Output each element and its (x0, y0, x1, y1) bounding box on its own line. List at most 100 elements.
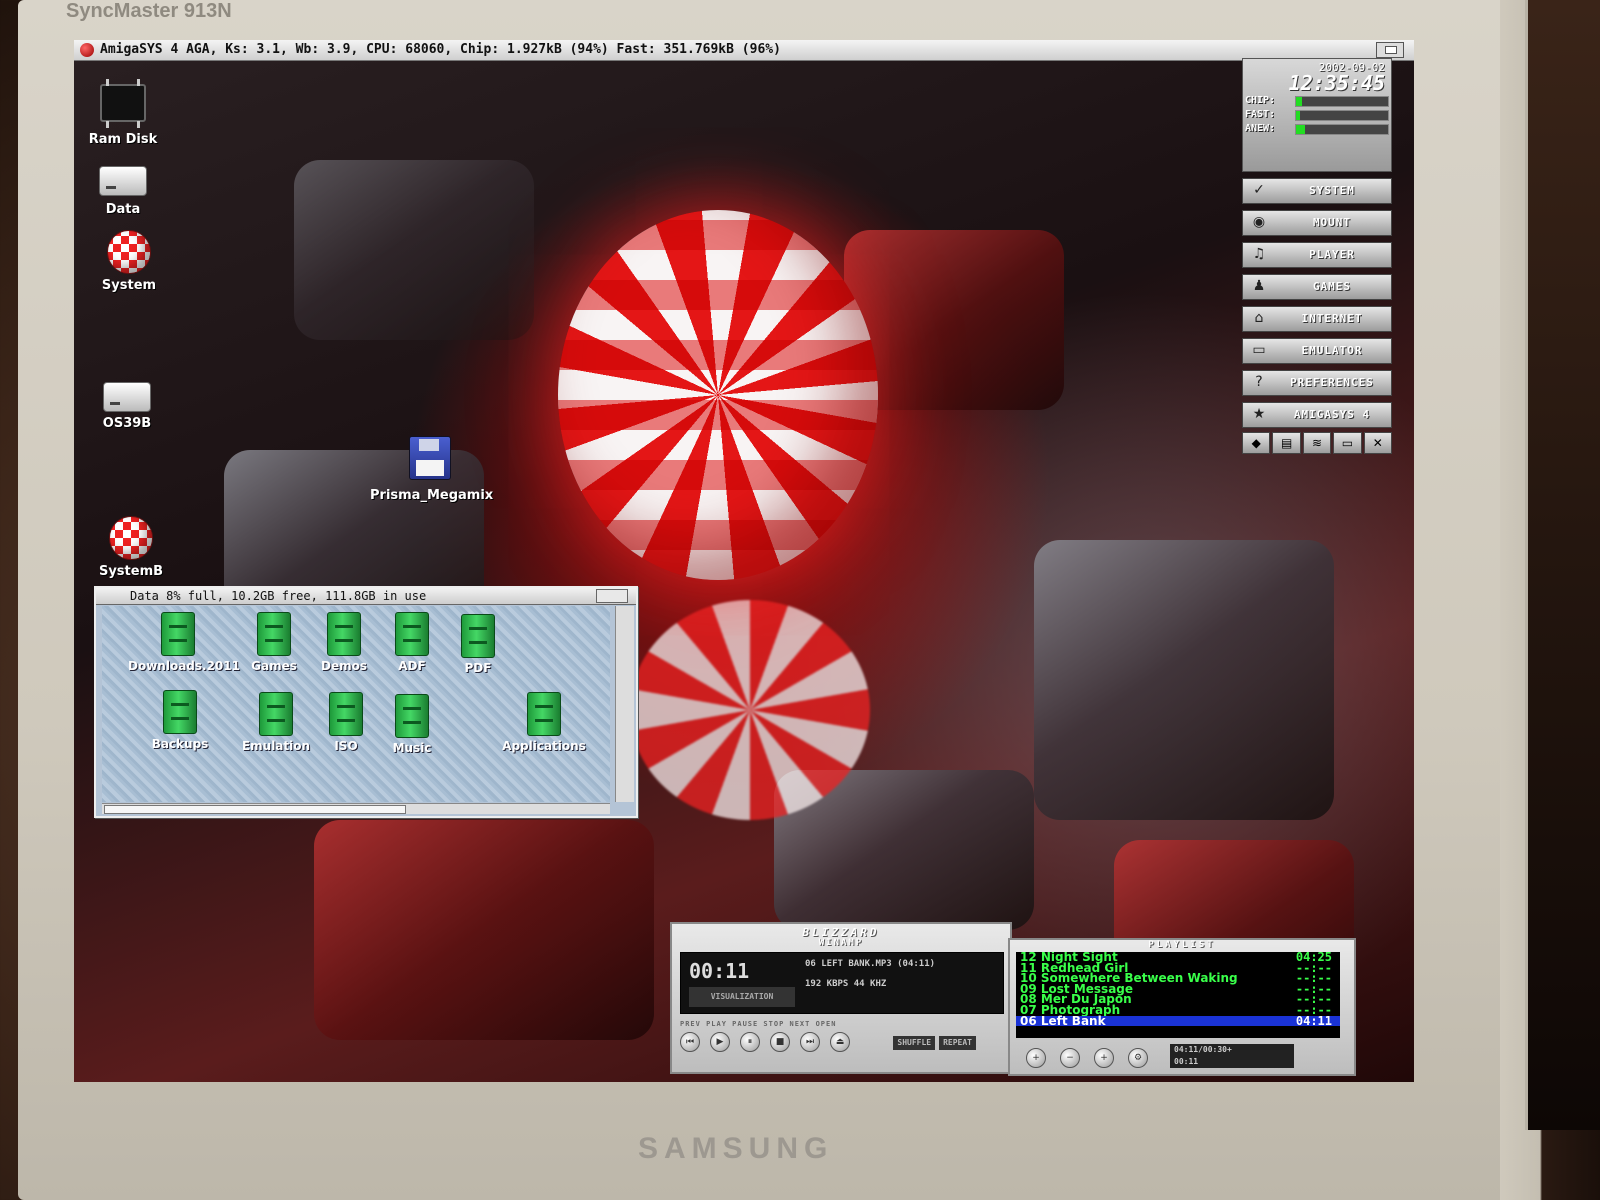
boing-ball-icon (109, 516, 153, 560)
workbench-screen: AmigaSYS 4 AGA, Ks: 3.1, Wb: 3.9, CPU: 6… (74, 40, 1414, 1082)
shuffle-toggle[interactable]: SHUFFLE (893, 1036, 936, 1050)
winamp-player-window[interactable]: BLIZZARD WINAMP 00:11 06 LEFT BANK.MP3 (… (670, 922, 1012, 1074)
meter-label: CHIP: (1245, 95, 1276, 106)
next-button[interactable]: ⏭ (800, 1032, 820, 1052)
drawer-icon (163, 690, 197, 734)
winamp-playlist-window[interactable]: PLAYLIST 12 Night Sight 04:25 11 Redhead … (1008, 938, 1356, 1076)
playlist-item-title: 06 Left Bank (1020, 1013, 1106, 1028)
launcher-button-amigasys[interactable]: ★ AMIGASYS 4 (1242, 402, 1392, 428)
clock-memory-widget: 2002-09-02 12:35:45 CHIP: FAST: ANEW: (1242, 58, 1392, 172)
ram-chip-icon (100, 79, 146, 127)
launcher-button-internet[interactable]: ⌂ INTERNET (1242, 306, 1392, 332)
drawer-label: Applications (502, 739, 586, 753)
winamp-controls: ⏮ ▶ ⏸ ■ ⏭ ⏏ (680, 1032, 850, 1052)
open-button[interactable]: ⏏ (830, 1032, 850, 1052)
screen-title-bar[interactable]: AmigaSYS 4 AGA, Ks: 3.1, Wb: 3.9, CPU: 6… (74, 40, 1414, 61)
repeat-toggle[interactable]: REPEAT (939, 1036, 976, 1050)
playlist-misc-button[interactable]: ⚙ (1128, 1048, 1148, 1068)
background-cube (314, 820, 654, 1040)
desktop-icon-os39b[interactable]: OS39B (74, 382, 182, 431)
launcher-button-label: MOUNT (1312, 216, 1352, 229)
meter-fill (1296, 97, 1302, 106)
screen-depth-gadget[interactable] (1376, 42, 1404, 58)
hard-drive-icon (99, 166, 147, 196)
drawer-icon (395, 612, 429, 656)
horizontal-scrollbar[interactable] (102, 803, 610, 814)
drawer-label: Music (392, 741, 432, 755)
adjacent-monitor-screen (1525, 0, 1600, 1130)
playlist-list[interactable]: 12 Night Sight 04:25 11 Redhead Girl --:--… (1016, 952, 1340, 1038)
meter-label: FAST: (1245, 109, 1276, 120)
desktop-icon-prisma-megamix[interactable]: Prisma_Megamix (370, 436, 494, 503)
launcher-button-system[interactable]: ✓ SYSTEM (1242, 178, 1392, 204)
scrollbar-knob[interactable] (104, 805, 406, 814)
drawer-icon-pdf[interactable]: PDF (428, 614, 528, 675)
launcher-button-preferences[interactable]: ? PREFERENCES (1242, 370, 1392, 396)
desktop-icon-label: Prisma_Megamix (370, 488, 494, 503)
drawer-icon (461, 614, 495, 658)
vertical-scrollbar[interactable] (615, 606, 634, 802)
drawer-icon-downloads[interactable]: Downloads.2011 (128, 612, 240, 673)
boing-ball-wallpaper (558, 210, 878, 580)
launcher-button-label: EMULATOR (1301, 344, 1363, 357)
hard-drive-icon (103, 382, 151, 412)
drawer-icon-applications[interactable]: Applications (494, 692, 594, 753)
drawer-label: PDF (464, 661, 492, 675)
desktop-icon-system[interactable]: System (74, 230, 184, 293)
desktop-icon-label: System (101, 278, 157, 293)
chip-memory-meter: CHIP: (1243, 95, 1393, 107)
playlist-add-button[interactable]: + (1026, 1048, 1046, 1068)
playlist-item-selected[interactable]: 06 Left Bank 04:11 (1016, 1013, 1340, 1028)
background-cube (294, 160, 534, 340)
drawer-icon (527, 692, 561, 736)
data-drawer-window[interactable]: Data 8% full, 10.2GB free, 111.8GB in us… (94, 586, 638, 818)
time-display: 12:35:45 (1288, 71, 1385, 95)
desktop-icon-data[interactable]: Data (74, 166, 178, 217)
playlist-select-button[interactable]: + (1094, 1048, 1114, 1068)
disk-mount-icon: ◉ (1252, 214, 1266, 230)
play-button[interactable]: ▶ (710, 1032, 730, 1052)
launcher-button-emulator[interactable]: ▭ EMULATOR (1242, 338, 1392, 364)
prev-button[interactable]: ⏮ (680, 1032, 700, 1052)
playlist-remove-button[interactable]: − (1060, 1048, 1080, 1068)
launcher-button-mount[interactable]: ◉ MOUNT (1242, 210, 1392, 236)
stop-button[interactable]: ■ (770, 1032, 790, 1052)
drawer-icon (327, 612, 361, 656)
shortcut-1-icon[interactable]: ◆ (1242, 432, 1271, 454)
launcher-button-player[interactable]: ♫ PLAYER (1242, 242, 1392, 268)
drawer-icon (161, 612, 195, 656)
desktop-icon-ram-disk[interactable]: Ram Disk (74, 79, 178, 147)
shortcut-2-icon[interactable]: ▤ (1272, 432, 1301, 454)
playlist-time-display: 04:11/00:30+ 00:11 (1170, 1044, 1294, 1068)
drawer-icon-backups[interactable]: Backups (130, 690, 230, 751)
floppy-disk-icon (409, 436, 451, 480)
window-depth-gadget[interactable] (596, 589, 628, 603)
window-content-area: Downloads.2011 Games Demos ADF PDF Backu… (102, 606, 610, 802)
launcher-button-label: GAMES (1312, 280, 1352, 293)
shortcut-3-icon[interactable]: ≋ (1302, 432, 1332, 454)
meter-label: ANEW: (1245, 123, 1276, 134)
winamp-subtitle: WINAMP (818, 938, 864, 948)
pause-button[interactable]: ⏸ (740, 1032, 760, 1052)
desktop-icon-label: OS39B (102, 416, 152, 431)
joystick-icon: ♟ (1252, 278, 1266, 294)
monitor-brand-label: SAMSUNG (638, 1132, 834, 1165)
window-title-bar[interactable]: Data 8% full, 10.2GB free, 111.8GB in us… (96, 588, 636, 605)
desktop-icon-systemb[interactable]: SystemB (76, 516, 186, 579)
playlist-item-duration: 04:11 (1295, 1013, 1332, 1028)
desktop-icon-label: SystemB (98, 564, 164, 579)
meter-fill (1296, 125, 1306, 134)
background-cube (1034, 540, 1334, 820)
question-icon: ? (1255, 374, 1263, 390)
check-icon: ✓ (1253, 182, 1265, 198)
shortcut-4-icon[interactable]: ▭ (1333, 432, 1362, 454)
drawer-icon (259, 692, 293, 736)
launcher-button-label: INTERNET (1301, 312, 1363, 325)
amigasys-logo-icon: ★ (1252, 406, 1266, 422)
drawer-icon-music[interactable]: Music (362, 694, 462, 755)
shortcut-5-icon[interactable]: ✕ (1363, 432, 1393, 454)
winamp-visualization[interactable]: VISUALIZATION (689, 987, 795, 1007)
playlist-time-text: 00:11 (1174, 1057, 1199, 1066)
launcher-button-games[interactable]: ♟ GAMES (1242, 274, 1392, 300)
drawer-icon (329, 692, 363, 736)
